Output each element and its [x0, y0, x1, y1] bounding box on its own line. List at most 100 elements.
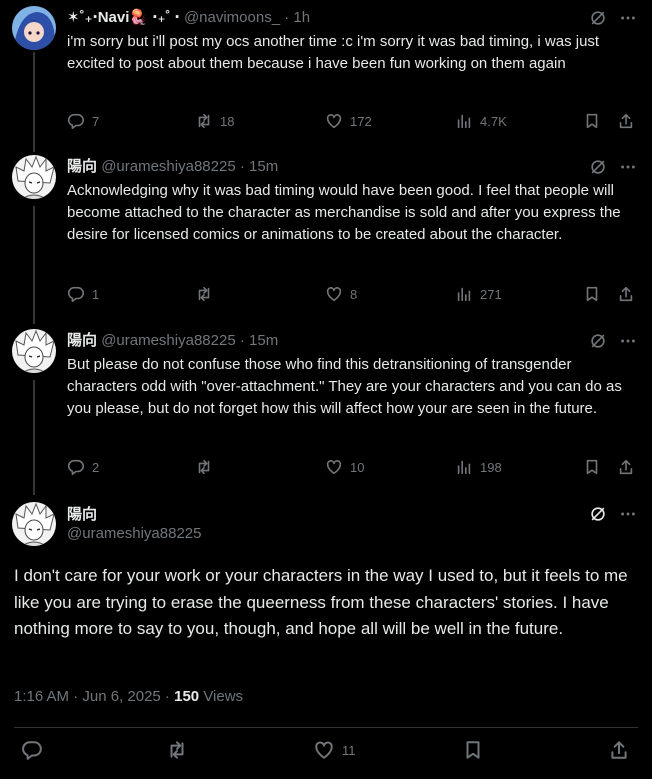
tweet-header: ✶˚₊‧Navi🪼 ‧₊˚ ‧ @navimoons_ · 1h [67, 8, 310, 28]
share-icon [616, 111, 636, 131]
handle[interactable]: @urameshiya88225 [67, 525, 201, 542]
like-button[interactable]: 10 [324, 457, 364, 477]
reply-icon [66, 111, 86, 131]
more-icon[interactable] [618, 504, 638, 524]
like-icon [324, 457, 344, 477]
grok-icon[interactable] [588, 157, 608, 177]
retweet-icon [194, 284, 214, 304]
timestamp[interactable]: 15m [249, 332, 278, 349]
view-count: 4.7K [480, 113, 507, 129]
bookmark-button[interactable] [582, 284, 602, 304]
avatar[interactable] [12, 329, 56, 373]
views-button[interactable]: 4.7K [454, 111, 507, 131]
grok-icon[interactable] [588, 331, 608, 351]
tweet-top-icons [588, 8, 638, 28]
avatar[interactable] [12, 155, 56, 199]
separator: · [284, 9, 290, 26]
like-count: 172 [350, 113, 372, 129]
like-icon [324, 111, 344, 131]
tweet-text: Acknowledging why it was bad timing woul… [67, 182, 621, 243]
view-count: 271 [480, 286, 502, 302]
bookmark-icon [461, 738, 485, 762]
views-icon [454, 111, 474, 131]
handle[interactable]: @navimoons_ [184, 9, 280, 26]
main-tweet-actions: 11 [0, 740, 652, 766]
reply-icon [66, 457, 86, 477]
reply-button[interactable] [20, 740, 44, 760]
bookmark-button[interactable] [582, 111, 602, 131]
retweet-button[interactable] [165, 740, 189, 760]
reply-button[interactable]: 1 [66, 284, 99, 304]
grok-icon[interactable] [588, 504, 608, 524]
date-label: 1:16 AM · Jun 6, 2025 · [14, 688, 170, 705]
retweet-icon [194, 111, 214, 131]
reply-icon [66, 284, 86, 304]
share-button[interactable] [607, 740, 631, 760]
display-name[interactable]: 陽向 [67, 332, 97, 349]
tweet-header: 陽向 @urameshiya88225 · 15m [67, 331, 278, 351]
share-button[interactable] [616, 457, 636, 477]
tweet-timestamp[interactable]: 1:16 AM · Jun 6, 2025 · 150 Views [14, 688, 243, 705]
like-button[interactable]: 8 [324, 284, 357, 304]
bookmark-button[interactable] [461, 740, 485, 760]
like-icon [324, 284, 344, 304]
tweet-actions: 2 10 198 [66, 457, 638, 477]
timestamp[interactable]: 15m [249, 158, 278, 175]
reply-button[interactable]: 2 [66, 457, 99, 477]
main-tweet-text: I don't care for your work or your chara… [14, 566, 628, 638]
tweet-top-icons [588, 157, 638, 177]
handle[interactable]: @urameshiya88225 [101, 158, 235, 175]
reply-count: 7 [92, 113, 100, 129]
more-icon[interactable] [618, 157, 638, 177]
views-icon [454, 457, 474, 477]
timestamp[interactable]: 1h [293, 9, 310, 26]
retweet-icon [194, 457, 214, 477]
avatar[interactable] [12, 502, 56, 546]
tweet-top-icons [588, 331, 638, 351]
share-button[interactable] [616, 111, 636, 131]
views-button[interactable]: 198 [454, 457, 502, 477]
separator: · [239, 158, 245, 175]
like-count: 8 [350, 286, 358, 302]
avatar[interactable] [12, 6, 56, 50]
share-icon [616, 284, 636, 304]
share-icon [607, 738, 631, 762]
bookmark-icon [582, 457, 602, 477]
handle[interactable]: @urameshiya88225 [101, 332, 235, 349]
share-icon [616, 457, 636, 477]
view-count: 150 [174, 688, 200, 705]
share-button[interactable] [616, 284, 636, 304]
reply-icon [20, 738, 44, 762]
reply-count: 2 [92, 459, 100, 475]
reply-count: 1 [92, 286, 100, 302]
retweet-button[interactable]: 18 [194, 111, 234, 131]
tweet[interactable]: ✶˚₊‧Navi🪼 ‧₊˚ ‧ @navimoons_ · 1h i'm sor… [0, 6, 652, 146]
grok-icon[interactable] [588, 8, 608, 28]
separator: · [239, 332, 245, 349]
tweet[interactable]: 陽向 @urameshiya88225 · 15m But please do … [0, 329, 652, 489]
bookmark-button[interactable] [582, 457, 602, 477]
tweet-text: i'm sorry but i'll post my ocs another t… [67, 33, 600, 72]
tweet-top-icons [588, 504, 638, 524]
views-icon [454, 284, 474, 304]
like-button[interactable]: 11 [312, 740, 356, 760]
like-count: 11 [342, 742, 356, 758]
display-name[interactable]: ✶˚₊‧Navi🪼 ‧₊˚ ‧ [67, 9, 180, 26]
like-count: 10 [350, 459, 365, 475]
bookmark-icon [582, 284, 602, 304]
tweet-actions: 1 8 271 [66, 284, 638, 304]
retweet-button[interactable] [194, 284, 220, 304]
tweet[interactable]: 陽向 @urameshiya88225 · 15m Acknowledging … [0, 155, 652, 315]
retweet-button[interactable] [194, 457, 220, 477]
reply-button[interactable]: 7 [66, 111, 99, 131]
view-count: 198 [480, 459, 502, 475]
display-name[interactable]: 陽向 [67, 503, 97, 524]
tweet-text: But please do not confuse those who find… [67, 356, 622, 417]
divider [14, 727, 638, 728]
more-icon[interactable] [618, 331, 638, 351]
like-button[interactable]: 172 [324, 111, 372, 131]
views-button[interactable]: 271 [454, 284, 502, 304]
tweet-actions: 7 18 172 4.7K [66, 111, 638, 131]
display-name[interactable]: 陽向 [67, 158, 97, 175]
more-icon[interactable] [618, 8, 638, 28]
